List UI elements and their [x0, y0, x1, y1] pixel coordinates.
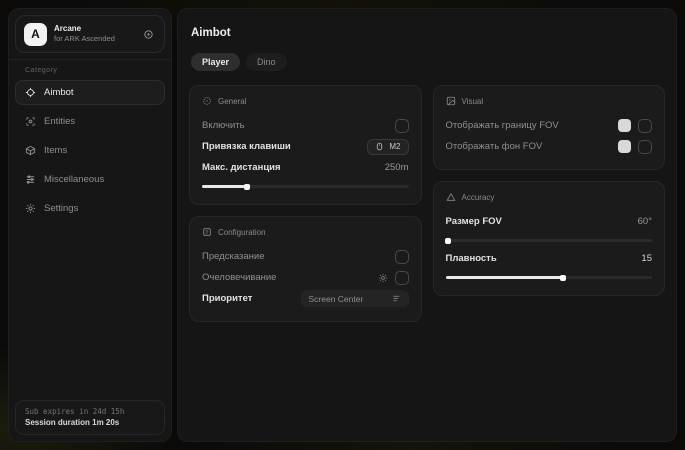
fov-bg-label: Отображать фон FOV — [446, 141, 543, 152]
tab-player[interactable]: Player — [191, 53, 240, 71]
fov-bg-controls — [618, 140, 652, 154]
sidebar-item-entities[interactable]: Entities — [15, 109, 165, 134]
sidebar-item-aimbot[interactable]: Aimbot — [15, 80, 165, 105]
triangle-icon — [446, 192, 456, 202]
cards-grid: General Включить Привязка клавиши M — [189, 85, 665, 322]
prediction-label: Предсказание — [202, 251, 265, 262]
fov-border-color-swatch[interactable] — [618, 119, 631, 132]
app-logo: A — [24, 23, 47, 46]
accuracy-card: Accuracy Размер FOV 60° Плавность 15 — [433, 181, 666, 296]
general-card: General Включить Привязка клавиши M — [189, 85, 422, 205]
sliders-icon — [25, 174, 36, 185]
enable-checkbox[interactable] — [395, 119, 409, 133]
left-column: General Включить Привязка клавиши M — [189, 85, 422, 322]
visual-card: Visual Отображать границу FOV Отображать… — [433, 85, 666, 170]
scan-icon — [25, 116, 36, 127]
fov-size-slider[interactable] — [446, 239, 653, 242]
fov-size-value: 60° — [638, 216, 652, 227]
keybind-button[interactable]: M2 — [367, 139, 408, 155]
crosshair-icon — [25, 87, 36, 98]
fov-border-label: Отображать границу FOV — [446, 120, 559, 131]
right-column: Visual Отображать границу FOV Отображать… — [433, 85, 666, 322]
wrench-icon — [202, 227, 212, 237]
humanize-controls — [378, 271, 409, 285]
sidebar-item-items[interactable]: Items — [15, 138, 165, 163]
image-icon — [446, 96, 456, 106]
tab-dino[interactable]: Dino — [246, 53, 287, 71]
status-icon[interactable] — [141, 27, 156, 42]
keybind-value: M2 — [389, 142, 400, 151]
sidebar: A Arcane for ARK Ascended Category Aimbo… — [8, 8, 172, 442]
sidebar-item-label: Aimbot — [44, 87, 74, 98]
target-icon — [202, 96, 212, 106]
priority-value: Screen Center — [309, 294, 364, 304]
max-distance-slider[interactable] — [202, 185, 409, 188]
visual-card-header: Visual — [446, 96, 653, 106]
humanize-checkbox[interactable] — [395, 271, 409, 285]
prediction-checkbox[interactable] — [395, 250, 409, 264]
sidebar-item-miscellaneous[interactable]: Miscellaneous — [15, 167, 165, 192]
smoothness-slider-fill — [446, 276, 564, 279]
fov-bg-color-swatch[interactable] — [618, 140, 631, 153]
max-distance-row: Макс. дистанция 250m — [202, 157, 409, 178]
app-name: Arcane — [54, 24, 134, 34]
humanize-gear-icon[interactable] — [378, 273, 388, 283]
smoothness-label: Плавность — [446, 253, 497, 264]
app-subtitle: for ARK Ascended — [54, 34, 134, 43]
fov-border-row: Отображать границу FOV — [446, 115, 653, 136]
max-distance-label: Макс. дистанция — [202, 162, 281, 173]
app-header-card: A Arcane for ARK Ascended — [15, 15, 165, 53]
fov-size-slider-fill — [446, 239, 448, 242]
keybind-label: Привязка клавиши — [202, 141, 291, 152]
general-card-header: General — [202, 96, 409, 106]
configuration-card: Configuration Предсказание Очеловечивани… — [189, 216, 422, 322]
prediction-row: Предсказание — [202, 246, 409, 267]
gear-icon — [25, 203, 36, 214]
priority-row: Приоритет Screen Center — [202, 288, 409, 309]
accuracy-card-title: Accuracy — [462, 193, 495, 202]
enable-row: Включить — [202, 115, 409, 136]
session-info-card: Sub expires in 24d 15h Session duration … — [15, 400, 165, 435]
page-title: Aimbot — [191, 27, 665, 39]
smoothness-value: 15 — [641, 253, 652, 264]
sub-expires-text: Sub expires in 24d 15h — [25, 406, 155, 417]
enable-label: Включить — [202, 120, 245, 131]
accuracy-card-header: Accuracy — [446, 192, 653, 202]
category-label: Category — [9, 60, 171, 79]
mouse-icon — [375, 142, 384, 151]
fov-border-controls — [618, 119, 652, 133]
keybind-row: Привязка клавиши M2 — [202, 136, 409, 157]
sidebar-item-label: Items — [44, 145, 67, 156]
priority-label: Приоритет — [202, 293, 252, 304]
smoothness-row: Плавность 15 — [446, 248, 653, 269]
general-card-title: General — [218, 97, 246, 106]
max-distance-slider-fill — [202, 185, 247, 188]
app-meta: Arcane for ARK Ascended — [54, 24, 134, 43]
visual-card-title: Visual — [462, 97, 484, 106]
fov-bg-row: Отображать фон FOV — [446, 136, 653, 157]
main-panel: Aimbot Player Dino General Включить — [177, 8, 677, 442]
humanize-row: Очеловечивание — [202, 267, 409, 288]
configuration-card-header: Configuration — [202, 227, 409, 237]
sidebar-nav: Aimbot Entities Items — [9, 79, 171, 222]
max-distance-value: 250m — [385, 162, 409, 173]
fov-border-checkbox[interactable] — [638, 119, 652, 133]
fov-bg-checkbox[interactable] — [638, 140, 652, 154]
configuration-card-title: Configuration — [218, 228, 266, 237]
fov-size-label: Размер FOV — [446, 216, 502, 227]
humanize-label: Очеловечивание — [202, 272, 276, 283]
tab-bar: Player Dino — [191, 53, 665, 71]
sidebar-item-label: Settings — [44, 203, 78, 214]
sidebar-item-label: Entities — [44, 116, 75, 127]
priority-dropdown[interactable]: Screen Center — [301, 290, 409, 307]
fov-size-row: Размер FOV 60° — [446, 211, 653, 232]
sidebar-item-label: Miscellaneous — [44, 174, 104, 185]
sidebar-item-settings[interactable]: Settings — [15, 196, 165, 221]
list-icon — [392, 294, 401, 303]
smoothness-slider[interactable] — [446, 276, 653, 279]
package-icon — [25, 145, 36, 156]
session-duration-text: Session duration 1m 20s — [25, 417, 155, 429]
